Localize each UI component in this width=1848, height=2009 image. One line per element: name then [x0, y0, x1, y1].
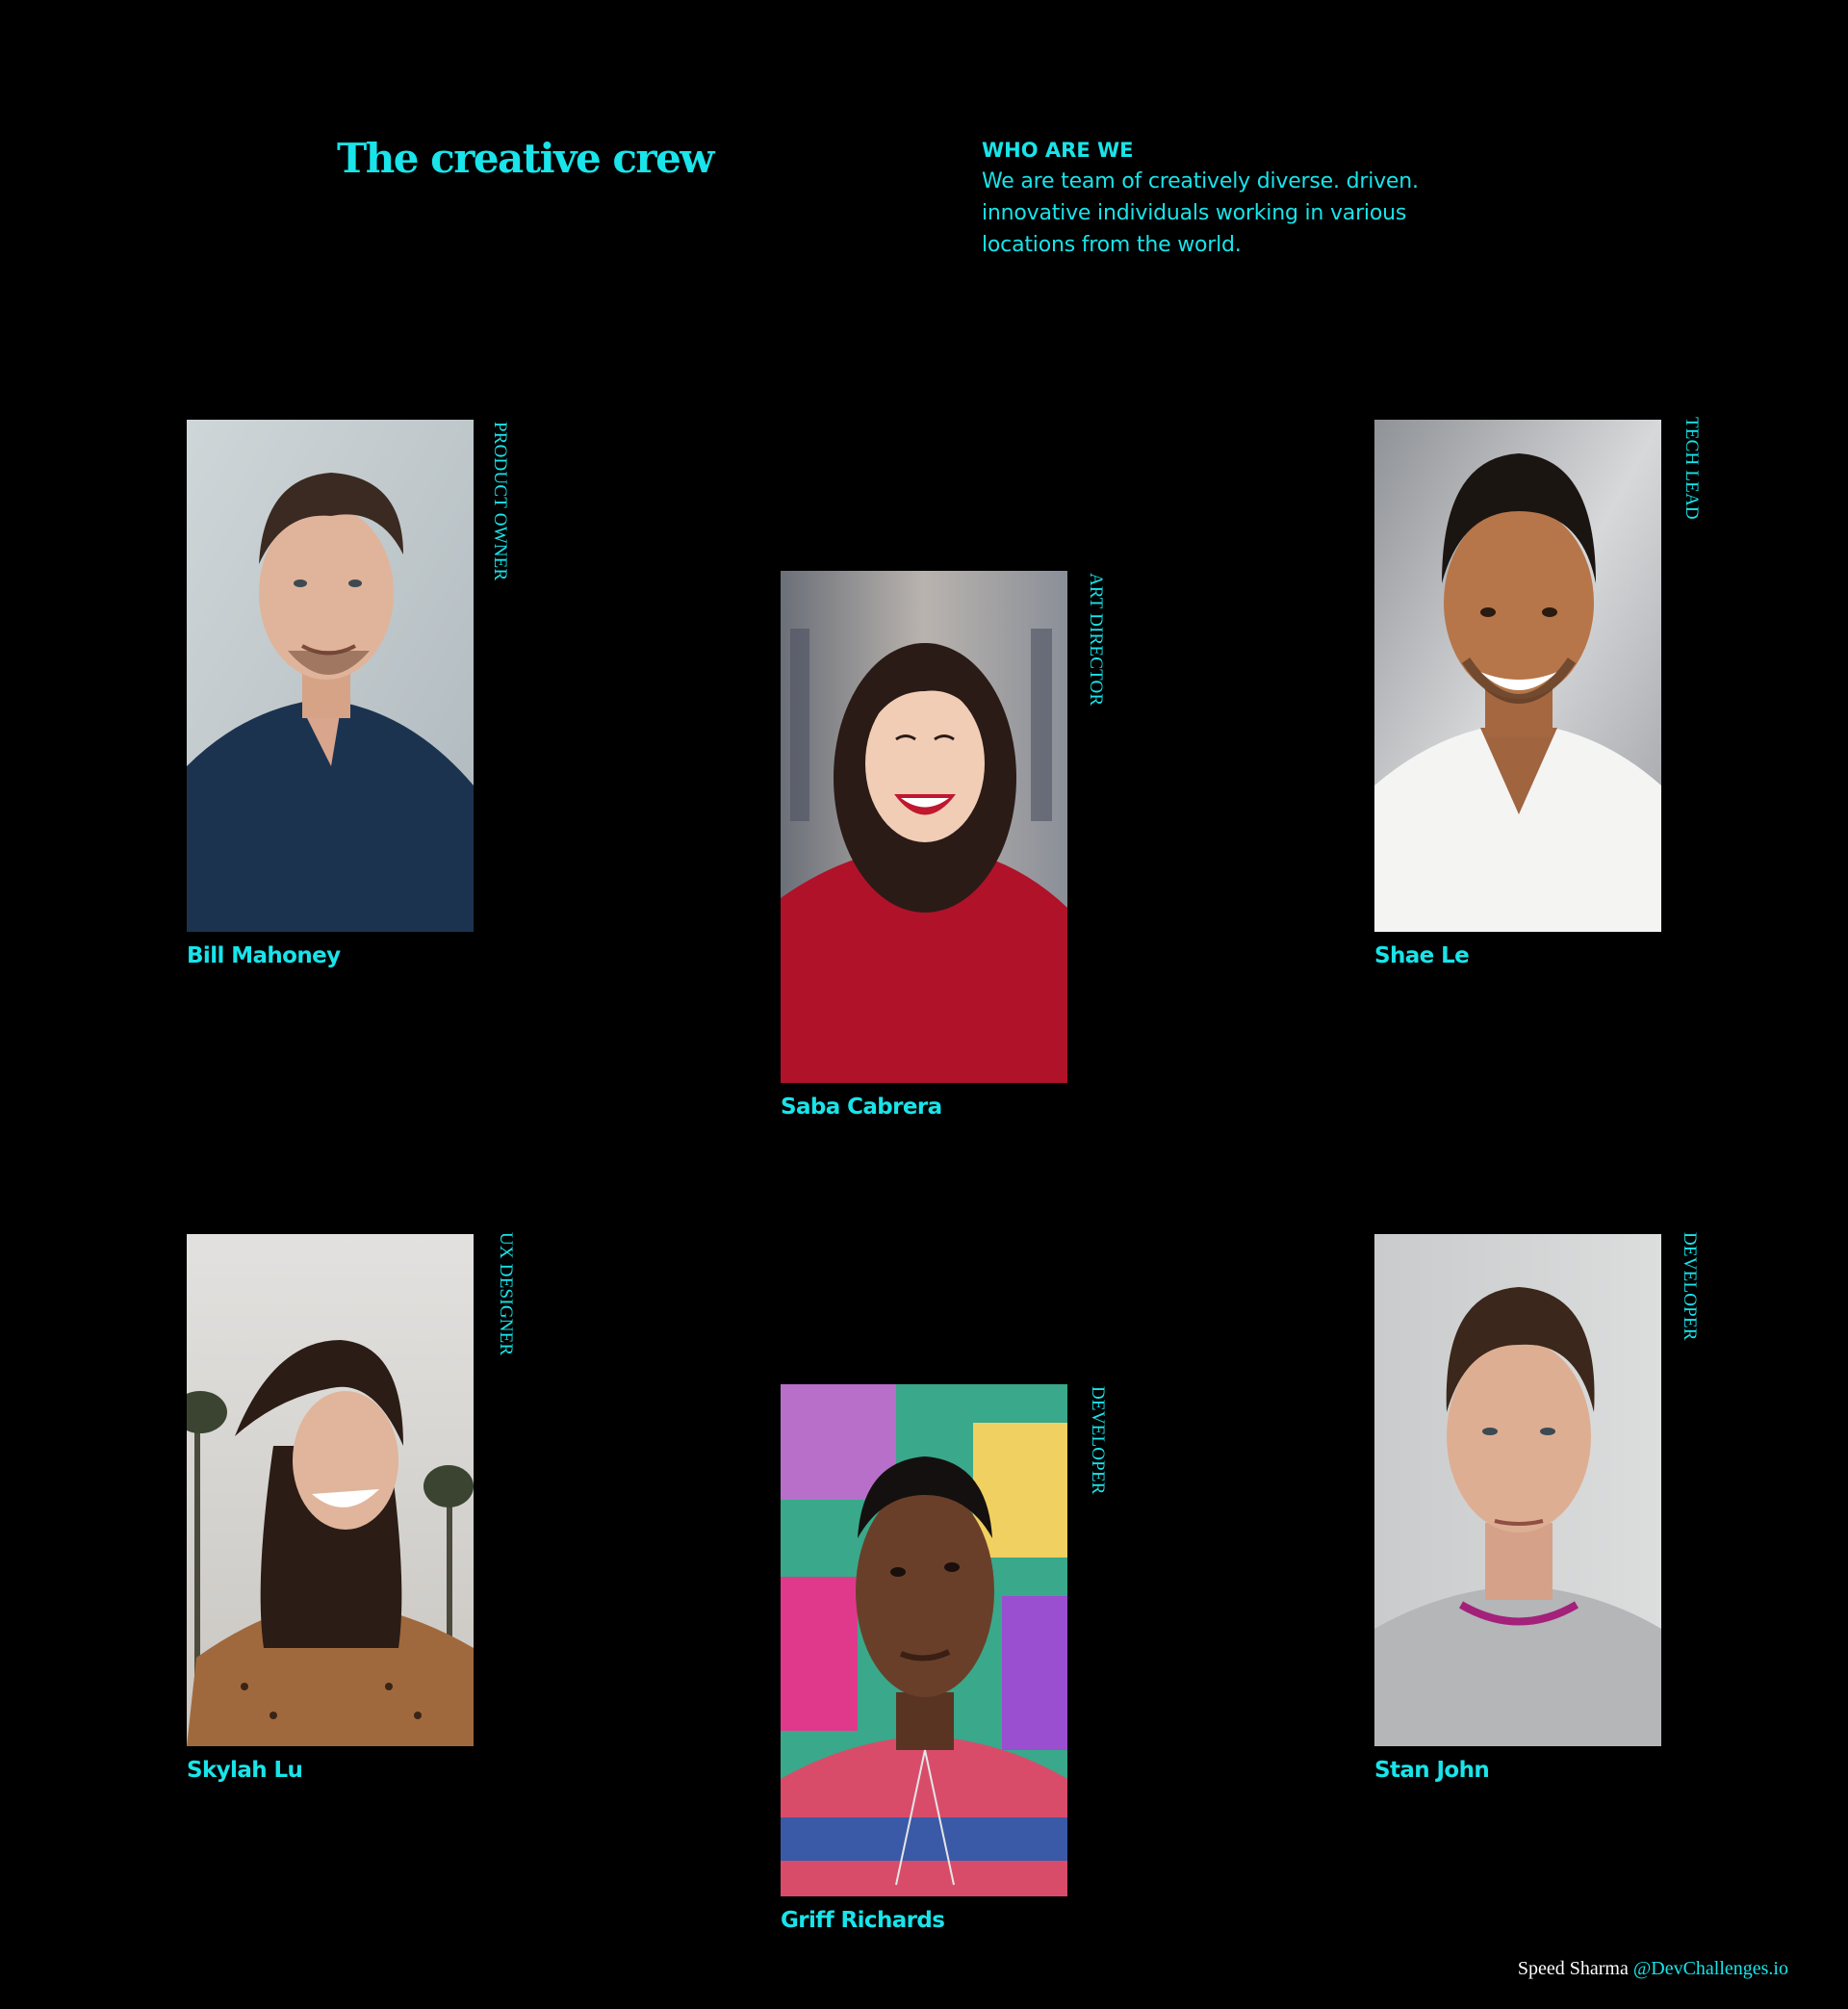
member-role: ART DIRECTOR [1086, 573, 1106, 707]
member-role: UX DESIGNER [496, 1232, 516, 1356]
devchallenges-link[interactable]: @DevChallenges.io [1633, 1958, 1788, 1979]
member-photo [781, 571, 1067, 1083]
intro-section: WHO ARE WE We are team of creatively div… [982, 135, 1482, 261]
member-photo [1374, 1234, 1661, 1746]
footer-author: Speed Sharma [1517, 1958, 1629, 1979]
footer-credit: Speed Sharma @DevChallenges.io [1518, 1958, 1788, 1980]
member-role: DEVELOPER [1680, 1232, 1700, 1341]
member-name: Saba Cabrera [781, 1095, 942, 1120]
intro-heading: WHO ARE WE [982, 139, 1134, 162]
portrait-image [187, 1234, 474, 1746]
member-role: DEVELOPER [1088, 1386, 1108, 1495]
portrait-image [1374, 1234, 1661, 1746]
page-title: The creative crew [337, 135, 714, 182]
portrait-image [781, 1384, 1067, 1896]
member-photo [187, 1234, 474, 1746]
portrait-image [1374, 420, 1661, 932]
member-photo [781, 1384, 1067, 1896]
member-role: TECH LEAD [1681, 417, 1702, 520]
member-name: Skylah Lu [187, 1758, 303, 1783]
portrait-image [187, 420, 474, 932]
portrait-image [781, 571, 1067, 1083]
intro-text: We are team of creatively diverse. drive… [982, 169, 1419, 257]
member-name: Stan John [1374, 1758, 1490, 1783]
member-role: PRODUCT OWNER [490, 422, 510, 581]
member-name: Griff Richards [781, 1908, 945, 1933]
member-photo [187, 420, 474, 932]
member-name: Shae Le [1374, 943, 1470, 968]
member-photo [1374, 420, 1661, 932]
member-name: Bill Mahoney [187, 943, 341, 968]
